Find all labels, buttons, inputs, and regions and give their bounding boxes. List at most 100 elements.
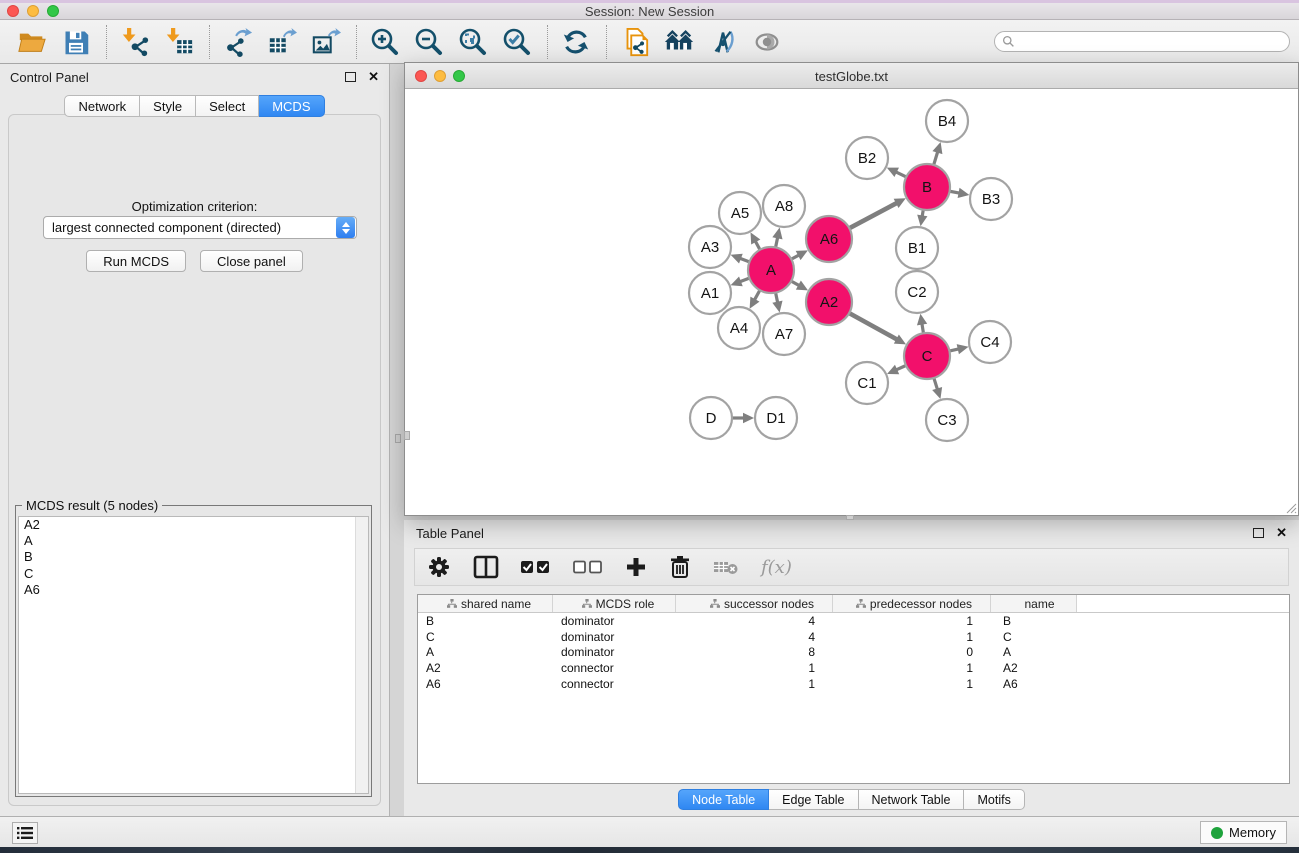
table-row[interactable]: Bdominator41B <box>418 613 1289 629</box>
table-cell[interactable]: 1 <box>676 661 833 675</box>
table-cell[interactable]: 8 <box>676 645 833 659</box>
mcds-result-list[interactable]: A2ABCA6 <box>18 516 369 794</box>
memory-button[interactable]: Memory <box>1200 821 1287 844</box>
table-cell[interactable]: 0 <box>833 645 991 659</box>
column-settings-gear-icon[interactable] <box>427 552 451 582</box>
table-cell[interactable]: dominator <box>553 645 676 659</box>
open-file-icon[interactable] <box>14 24 50 60</box>
table-cell[interactable]: 4 <box>676 614 833 628</box>
table-row[interactable]: A6connector11A6 <box>418 676 1289 692</box>
tab-edge-table[interactable]: Edge Table <box>769 789 858 810</box>
import-table-icon[interactable] <box>161 24 197 60</box>
export-image-icon[interactable] <box>308 24 344 60</box>
table-cell[interactable]: 1 <box>676 677 833 691</box>
close-table-panel-icon[interactable]: ✕ <box>1276 525 1287 541</box>
scrollbar-track[interactable] <box>355 517 368 793</box>
save-session-icon[interactable] <box>58 24 94 60</box>
close-panel-icon[interactable]: ✕ <box>368 69 379 85</box>
zoom-fit-icon[interactable] <box>455 24 491 60</box>
import-network-icon[interactable] <box>117 24 153 60</box>
mcds-result-item[interactable]: A <box>19 533 368 549</box>
table-cell[interactable]: connector <box>553 677 676 691</box>
home-gravity-icon[interactable] <box>661 24 697 60</box>
zoom-out-icon[interactable] <box>411 24 447 60</box>
window-resize-grip[interactable] <box>1285 502 1297 514</box>
table-row[interactable]: Adominator80A <box>418 644 1289 660</box>
tab-select[interactable]: Select <box>196 95 259 117</box>
tab-motifs[interactable]: Motifs <box>964 789 1024 810</box>
delete-column-trash-icon[interactable] <box>669 552 691 582</box>
float-table-panel-icon[interactable] <box>1253 528 1264 538</box>
export-network-icon[interactable] <box>220 24 256 60</box>
task-history-button[interactable] <box>12 822 38 844</box>
table-cell[interactable]: 1 <box>833 677 991 691</box>
node-label: A6 <box>820 231 838 248</box>
column-header-name[interactable]: name <box>991 595 1077 612</box>
network-canvas[interactable]: B4B2BB3A8A5A6A3B1AC2A1A2A4A7C4CC1DD1C3 <box>405 89 1298 515</box>
table-cell[interactable]: connector <box>553 661 676 675</box>
canvas-splitter-grip[interactable] <box>404 431 410 440</box>
zoom-in-icon[interactable] <box>367 24 403 60</box>
table-cell[interactable]: A6 <box>991 677 1077 691</box>
new-network-from-selection-icon[interactable] <box>617 24 653 60</box>
horizontal-splitter-handle[interactable] <box>846 515 854 520</box>
function-builder-icon[interactable]: f(x) <box>761 552 792 582</box>
memory-status-icon <box>1211 827 1223 839</box>
edge-A6-B[interactable] <box>848 203 898 229</box>
table-cell[interactable]: C <box>418 630 553 644</box>
search-input[interactable] <box>1015 35 1289 49</box>
search-field[interactable] <box>994 31 1290 52</box>
delete-table-icon[interactable] <box>713 552 739 582</box>
export-table-icon[interactable] <box>264 24 300 60</box>
table-cell[interactable]: C <box>991 630 1077 644</box>
table-cell[interactable]: A2 <box>991 661 1077 675</box>
column-header-predecessor-nodes[interactable]: predecessor nodes <box>833 595 991 612</box>
vertical-splitter-handle[interactable] <box>395 434 401 443</box>
show-hide-panel-eye-icon[interactable] <box>749 24 785 60</box>
table-row[interactable]: Cdominator41C <box>418 629 1289 645</box>
app-titlebar: Session: New Session <box>0 0 1299 20</box>
mcds-result-item[interactable]: B <box>19 549 368 565</box>
hide-graphics-details-icon[interactable] <box>705 24 741 60</box>
toolbar-separator <box>209 25 210 59</box>
tab-mcds[interactable]: MCDS <box>259 95 324 117</box>
close-panel-button[interactable]: Close panel <box>200 250 303 272</box>
show-columns-icon[interactable] <box>473 552 499 582</box>
table-cell[interactable]: B <box>991 614 1077 628</box>
mcds-result-item[interactable]: A6 <box>19 582 368 598</box>
edge-A2-C[interactable] <box>847 312 897 340</box>
network-window-titlebar[interactable]: testGlobe.txt <box>405 63 1298 89</box>
table-cell[interactable]: A <box>418 645 553 659</box>
table-cell[interactable]: 1 <box>833 614 991 628</box>
add-column-icon[interactable] <box>625 552 647 582</box>
table-cell[interactable]: dominator <box>553 630 676 644</box>
table-cell[interactable]: A2 <box>418 661 553 675</box>
column-header-MCDS-role[interactable]: MCDS role <box>553 595 676 612</box>
table-row[interactable]: A2connector11A2 <box>418 660 1289 676</box>
zoom-selected-icon[interactable] <box>499 24 535 60</box>
deselect-all-checkboxes-icon[interactable] <box>573 552 603 582</box>
run-mcds-button[interactable]: Run MCDS <box>86 250 186 272</box>
table-cell[interactable]: dominator <box>553 614 676 628</box>
column-header-shared-name[interactable]: shared name <box>418 595 553 612</box>
tab-network[interactable]: Network <box>64 95 140 117</box>
table-cell[interactable]: 1 <box>833 630 991 644</box>
table-cell[interactable]: B <box>418 614 553 628</box>
select-all-checkboxes-icon[interactable] <box>521 552 551 582</box>
mcds-result-item[interactable]: A2 <box>19 517 368 533</box>
mcds-result-item[interactable]: C <box>19 566 368 582</box>
tab-style[interactable]: Style <box>140 95 196 117</box>
table-cell[interactable]: 1 <box>833 661 991 675</box>
network-graph[interactable]: B4B2BB3A8A5A6A3B1AC2A1A2A4A7C4CC1DD1C3 <box>405 89 1298 515</box>
column-header-successor-nodes[interactable]: successor nodes <box>676 595 833 612</box>
column-header-filler <box>1077 595 1289 612</box>
tab-network-table[interactable]: Network Table <box>859 789 965 810</box>
criterion-select[interactable]: largest connected component (directed) <box>43 216 357 239</box>
node-label: A4 <box>730 320 748 337</box>
float-panel-icon[interactable] <box>345 72 356 82</box>
table-cell[interactable]: A6 <box>418 677 553 691</box>
tab-node-table[interactable]: Node Table <box>678 789 769 810</box>
table-cell[interactable]: A <box>991 645 1077 659</box>
refresh-layout-icon[interactable] <box>558 24 594 60</box>
table-cell[interactable]: 4 <box>676 630 833 644</box>
